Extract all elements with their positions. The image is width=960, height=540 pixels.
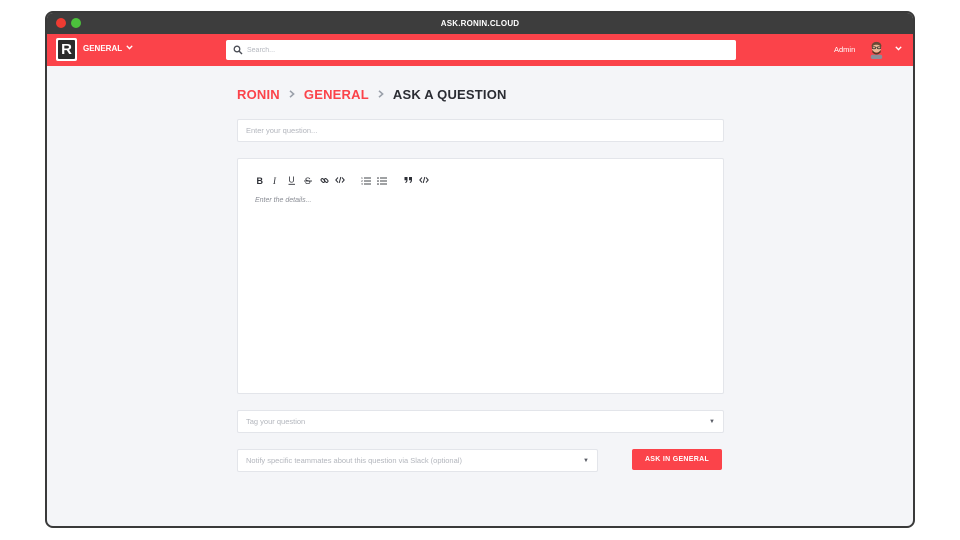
search-bar[interactable]	[226, 40, 736, 60]
underline-icon: U	[288, 175, 295, 185]
user-avatar[interactable]	[867, 40, 886, 59]
maximize-window-button[interactable]	[71, 18, 81, 28]
title-bar: ASK.RONIN.CLOUD	[47, 13, 913, 34]
question-title-input[interactable]	[237, 119, 724, 142]
italic-button[interactable]: I	[268, 173, 284, 187]
ask-submit-button[interactable]: ASK IN GENERAL	[632, 449, 722, 470]
window-title: ASK.RONIN.CLOUD	[440, 19, 520, 28]
notify-teammates-select[interactable]: Notify specific teammates about this que…	[237, 449, 598, 472]
svg-text:B: B	[257, 176, 264, 185]
ordered-list-button[interactable]: 1 2 3	[358, 173, 374, 187]
details-editor[interactable]: B I U S 1 2 3 Enter the details...	[237, 158, 724, 394]
italic-icon: I	[272, 176, 277, 185]
window-controls	[56, 18, 81, 28]
link-button[interactable]	[316, 173, 332, 187]
quote-icon	[404, 177, 412, 183]
editor-placeholder: Enter the details...	[255, 197, 312, 204]
code-icon	[335, 176, 345, 184]
team-switcher[interactable]: GENERAL	[83, 44, 133, 53]
logo-letter: R	[58, 40, 75, 59]
ronin-logo[interactable]: R	[56, 38, 77, 61]
main-content: RONIN GENERAL ASK A QUESTION B I U	[47, 66, 913, 526]
bold-button[interactable]: B	[252, 173, 268, 187]
search-input[interactable]	[247, 46, 717, 54]
team-name: GENERAL	[83, 44, 123, 53]
editor-toolbar: B I U S 1 2 3	[252, 173, 432, 187]
user-name[interactable]: Admin	[834, 45, 855, 54]
app-window: ASK.RONIN.CLOUD R GENERAL Admin	[45, 11, 915, 528]
top-navbar: R GENERAL Admin	[47, 34, 913, 66]
svg-text:U: U	[289, 175, 295, 185]
svg-text:S: S	[305, 176, 311, 185]
page-title: ASK A QUESTION	[392, 87, 507, 102]
chevron-down-icon	[126, 45, 133, 52]
bold-icon: B	[257, 176, 264, 185]
search-icon	[233, 45, 243, 55]
chevron-right-icon	[378, 89, 384, 101]
chevron-right-icon	[289, 89, 295, 101]
user-menu-chevron-icon[interactable]	[895, 44, 902, 53]
code-block-icon	[419, 176, 429, 184]
strikethrough-icon: S	[304, 176, 312, 185]
ordered-list-icon: 1 2 3	[361, 176, 371, 185]
breadcrumb: RONIN GENERAL ASK A QUESTION	[237, 87, 507, 102]
code-block-button[interactable]	[416, 173, 432, 187]
caret-down-icon: ▼	[583, 457, 589, 464]
link-icon	[320, 177, 328, 183]
svg-text:I: I	[272, 176, 277, 185]
breadcrumb-root[interactable]: RONIN	[237, 87, 280, 102]
breadcrumb-team[interactable]: GENERAL	[304, 87, 369, 102]
tags-select[interactable]: Tag your question ▼	[237, 410, 724, 433]
tags-placeholder: Tag your question	[246, 417, 306, 426]
close-window-button[interactable]	[56, 18, 66, 28]
strikethrough-button[interactable]: S	[300, 173, 316, 187]
underline-button[interactable]: U	[284, 173, 300, 187]
notify-placeholder: Notify specific teammates about this que…	[246, 456, 462, 465]
caret-down-icon: ▼	[709, 418, 715, 425]
svg-text:3: 3	[361, 182, 363, 185]
inline-code-button[interactable]	[332, 173, 348, 187]
bullet-list-icon	[377, 176, 387, 185]
bullet-list-button[interactable]	[374, 173, 390, 187]
blockquote-button[interactable]	[400, 173, 416, 187]
